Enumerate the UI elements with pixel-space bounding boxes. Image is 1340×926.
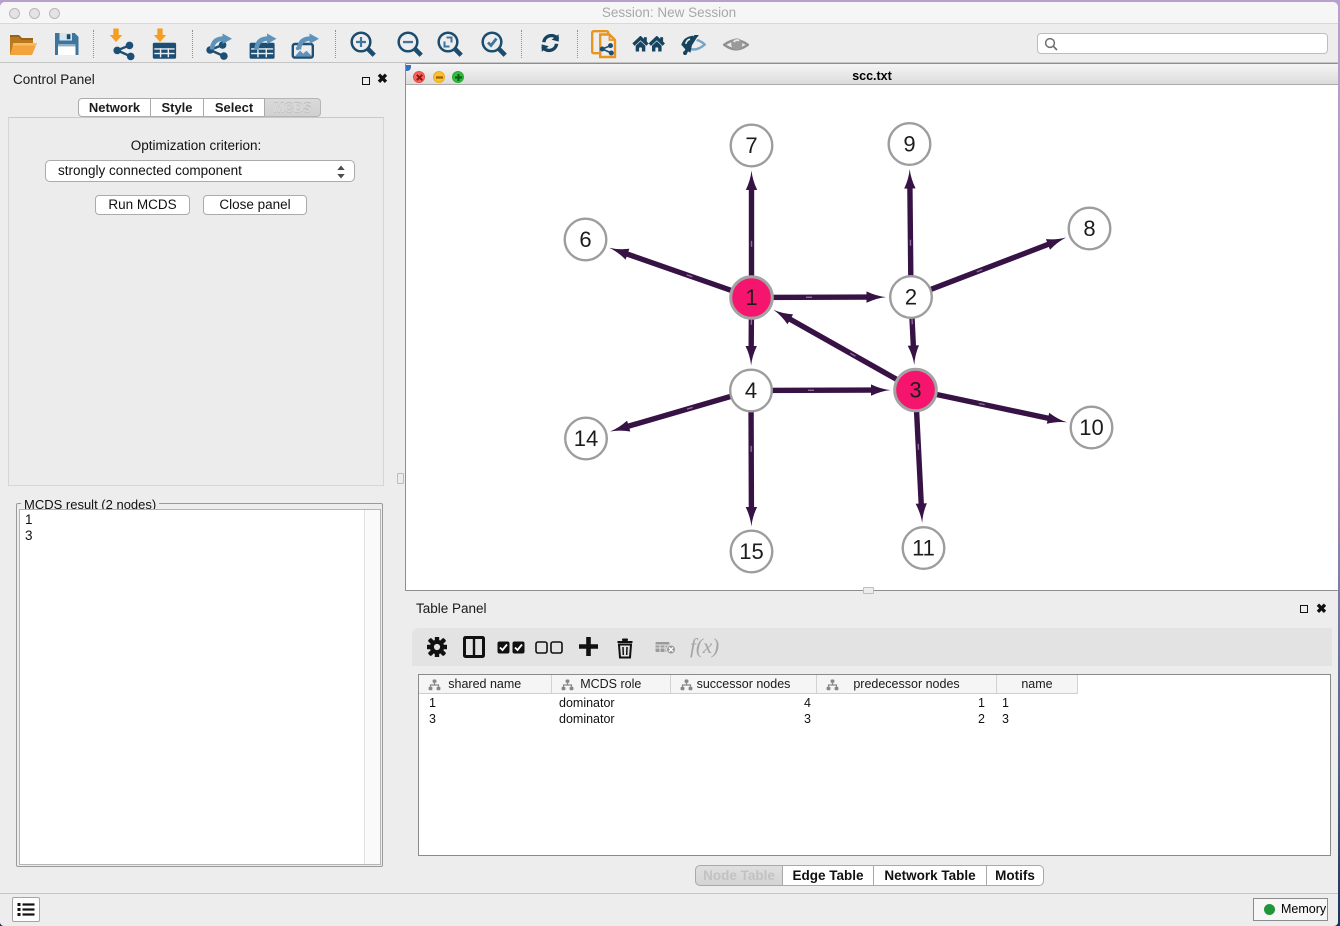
svg-text:2: 2 (905, 285, 917, 310)
svg-text:15: 15 (739, 539, 763, 564)
svg-text:14: 14 (574, 426, 598, 451)
svg-text:9: 9 (903, 132, 915, 157)
svg-text:3: 3 (909, 378, 921, 403)
svg-text:6: 6 (579, 227, 591, 252)
svg-text:1: 1 (745, 285, 757, 310)
svg-text:7: 7 (745, 133, 757, 158)
svg-text:11: 11 (912, 536, 935, 561)
svg-text:8: 8 (1083, 216, 1095, 241)
svg-text:10: 10 (1079, 415, 1103, 440)
svg-text:4: 4 (745, 378, 757, 403)
